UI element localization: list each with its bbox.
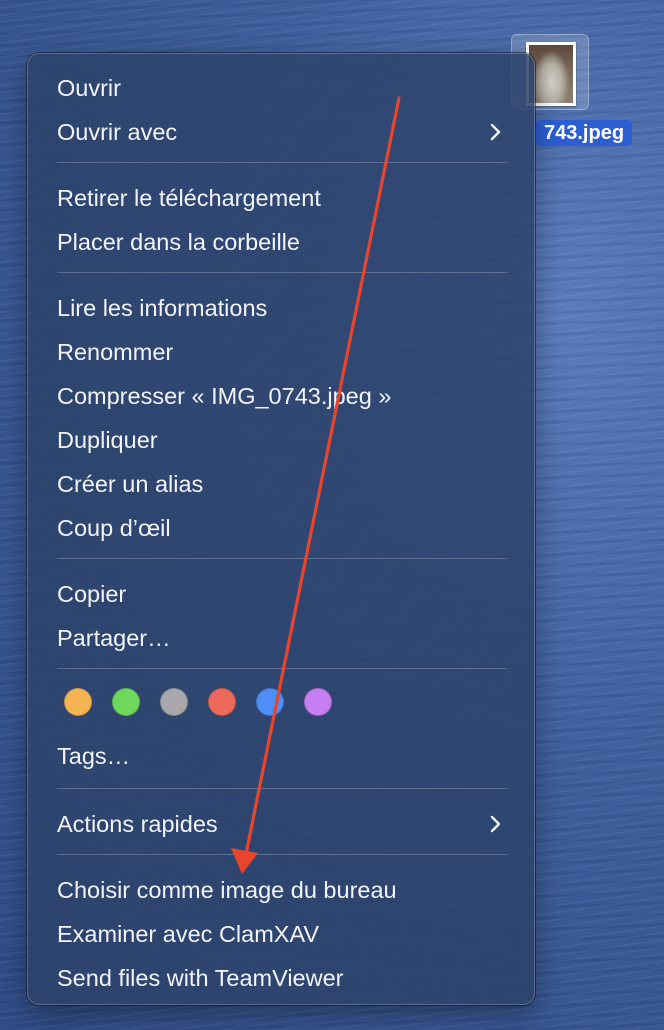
- menu-item-open-with[interactable]: Ouvrir avec: [57, 112, 506, 152]
- menu-separator: [57, 162, 507, 163]
- menu-item-open-with-label: Ouvrir avec: [57, 119, 178, 145]
- menu-item-move-to-trash[interactable]: Placer dans la corbeille: [57, 222, 506, 262]
- tag-green-dot[interactable]: [112, 688, 140, 716]
- menu-item-duplicate[interactable]: Dupliquer: [57, 420, 506, 460]
- menu-item-open[interactable]: Ouvrir: [57, 68, 506, 108]
- tag-purple-dot[interactable]: [304, 688, 332, 716]
- menu-item-set-desktop-picture[interactable]: Choisir comme image du bureau: [57, 870, 506, 910]
- chevron-right-icon: [490, 815, 501, 833]
- context-menu: Ouvrir Ouvrir avec Retirer le télécharge…: [27, 53, 535, 1005]
- menu-item-scan-clamxav[interactable]: Examiner avec ClamXAV: [57, 914, 506, 954]
- menu-item-get-info[interactable]: Lire les informations: [57, 288, 506, 328]
- menu-item-make-alias[interactable]: Créer un alias: [57, 464, 506, 504]
- menu-separator: [57, 788, 507, 789]
- menu-item-rename[interactable]: Renommer: [57, 332, 506, 372]
- menu-item-compress[interactable]: Compresser « IMG_0743.jpeg »: [57, 376, 506, 416]
- menu-item-tags[interactable]: Tags…: [57, 736, 506, 776]
- menu-item-quick-look[interactable]: Coup d’œil: [57, 508, 506, 548]
- file-name-label[interactable]: 743.jpeg: [536, 120, 633, 146]
- tag-color-row: [64, 688, 364, 720]
- tag-blue-dot[interactable]: [256, 688, 284, 716]
- tag-orange-dot[interactable]: [64, 688, 92, 716]
- tag-red-dot[interactable]: [208, 688, 236, 716]
- menu-item-send-teamviewer[interactable]: Send files with TeamViewer: [57, 958, 506, 998]
- menu-item-quick-actions-label: Actions rapides: [57, 811, 218, 837]
- menu-separator: [57, 668, 507, 669]
- menu-separator: [57, 558, 507, 559]
- menu-item-quick-actions[interactable]: Actions rapides: [57, 804, 506, 844]
- menu-item-share[interactable]: Partager…: [57, 618, 506, 658]
- menu-item-copy[interactable]: Copier: [57, 574, 506, 614]
- car-photo-preview: [529, 45, 573, 103]
- menu-separator: [57, 272, 507, 273]
- tag-gray-dot[interactable]: [160, 688, 188, 716]
- menu-separator: [57, 854, 507, 855]
- chevron-right-icon: [490, 123, 501, 141]
- menu-item-remove-download[interactable]: Retirer le téléchargement: [57, 178, 506, 218]
